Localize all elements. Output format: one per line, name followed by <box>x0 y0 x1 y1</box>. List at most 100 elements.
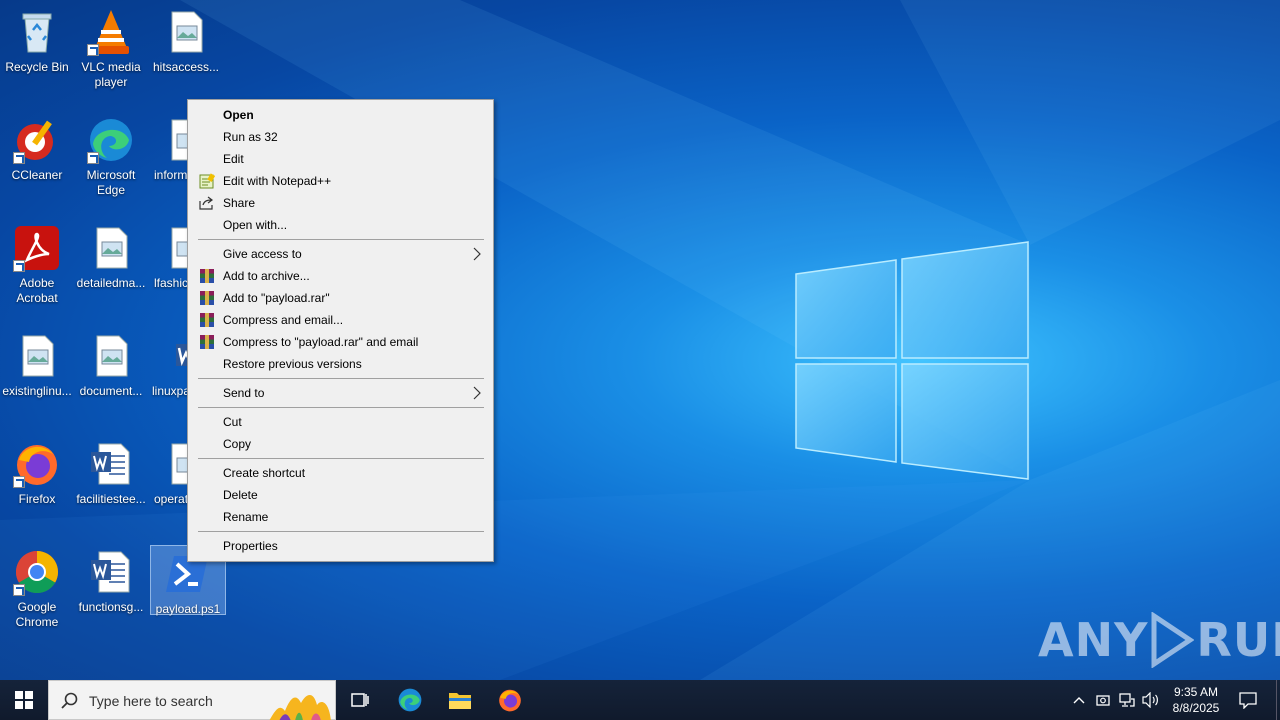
clock-time: 9:35 AM <box>1173 685 1219 699</box>
desktop-icon-vlc[interactable]: VLC media player <box>74 4 148 90</box>
menu-item-label: Edit <box>223 152 244 166</box>
desktop-icon-facilitiestee[interactable]: facilitiestee... <box>74 436 148 507</box>
menu-item-label: Cut <box>223 415 242 429</box>
menu-item-add-to-archive[interactable]: Add to archive... <box>190 265 491 287</box>
menu-separator <box>198 531 484 532</box>
menu-item-label: Open <box>223 108 254 122</box>
network-icon <box>1119 693 1135 707</box>
desktop-icon-label: Adobe Acrobat <box>16 276 58 305</box>
menu-item-create-shortcut[interactable]: Create shortcut <box>190 462 491 484</box>
menu-item-restore-previous-versions[interactable]: Restore previous versions <box>190 353 491 375</box>
menu-item-cut[interactable]: Cut <box>190 411 491 433</box>
desktop-icon-label: Microsoft Edge <box>86 168 136 197</box>
desktop-icon-label: existinglinu... <box>2 384 72 398</box>
taskbar-clock[interactable]: 9:35 AM 8/8/2025 <box>1166 684 1226 716</box>
chevron-up-icon <box>1073 697 1085 704</box>
desktop-icon-google-chrome[interactable]: Google Chrome <box>0 544 74 630</box>
taskbar-file-explorer-button[interactable] <box>436 680 484 720</box>
start-button[interactable] <box>0 680 48 720</box>
desktop-icon-label: CCleaner <box>11 168 63 182</box>
search-placeholder: Type here to search <box>89 693 213 709</box>
clock-date: 8/8/2025 <box>1172 701 1220 715</box>
menu-item-compress-and-email[interactable]: Compress and email... <box>190 309 491 331</box>
menu-item-label: Give access to <box>223 247 302 261</box>
winrar-icon <box>199 268 215 284</box>
menu-item-copy[interactable]: Copy <box>190 433 491 455</box>
shortcut-arrow-icon <box>13 476 25 488</box>
menu-item-edit[interactable]: Edit <box>190 148 491 170</box>
tray-meet-now-button[interactable] <box>1092 680 1114 720</box>
edge-icon <box>398 688 422 712</box>
notification-icon <box>1239 692 1257 709</box>
menu-item-add-to-payload-rar[interactable]: Add to "payload.rar" <box>190 287 491 309</box>
menu-separator <box>198 378 484 379</box>
menu-item-give-access-to[interactable]: Give access to <box>190 243 491 265</box>
chevron-right-icon <box>473 386 481 400</box>
image-file-icon <box>87 224 135 272</box>
menu-item-send-to[interactable]: Send to <box>190 382 491 404</box>
desktop-icon-hitsaccess[interactable]: hitsaccess... <box>149 4 223 75</box>
desktop-icon-firefox[interactable]: Firefox <box>0 436 74 507</box>
anyrun-watermark: ANY RUN <box>1038 608 1280 672</box>
desktop-icon-microsoft-edge[interactable]: Microsoft Edge <box>74 112 148 198</box>
winrar-icon <box>199 290 215 306</box>
chrome-icon <box>13 548 61 596</box>
taskbar-edge-button[interactable] <box>386 680 434 720</box>
shortcut-arrow-icon <box>13 584 25 596</box>
show-hidden-icons-button[interactable] <box>1068 680 1090 720</box>
firefox-icon <box>13 440 61 488</box>
desktop-icon-recycle-bin[interactable]: Recycle Bin <box>0 4 74 75</box>
menu-item-rename[interactable]: Rename <box>190 506 491 528</box>
menu-item-share[interactable]: Share <box>190 192 491 214</box>
windows-logo <box>792 238 1032 483</box>
menu-separator <box>198 458 484 459</box>
edge-icon <box>87 116 135 164</box>
desktop-icon-label: Firefox <box>18 492 56 506</box>
menu-item-label: Restore previous versions <box>223 357 362 371</box>
show-desktop-button[interactable] <box>1276 680 1280 720</box>
notepad-plus-plus-icon <box>199 173 216 189</box>
recycle-bin-icon <box>13 8 61 56</box>
acrobat-icon <box>13 224 61 272</box>
menu-item-edit-with-notepad[interactable]: Edit with Notepad++ <box>190 170 491 192</box>
menu-item-label: Add to "payload.rar" <box>223 291 330 305</box>
menu-separator <box>198 407 484 408</box>
desktop-icon-detailedma[interactable]: detailedma... <box>74 220 148 291</box>
watermark-left: ANY <box>1038 613 1149 667</box>
menu-item-label: Send to <box>223 386 265 400</box>
menu-item-label: Run as 32 <box>223 130 278 144</box>
desktop-icon-existinglinux[interactable]: existinglinu... <box>0 328 74 399</box>
folder-icon <box>449 693 471 709</box>
search-highlight-illustration-icon <box>255 681 335 720</box>
meet-now-icon <box>1096 695 1110 706</box>
desktop-icon-ccleaner[interactable]: CCleaner <box>0 112 74 183</box>
action-center-button[interactable] <box>1230 680 1266 720</box>
shortcut-arrow-icon <box>13 152 25 164</box>
desktop-icon-label: Recycle Bin <box>5 60 69 74</box>
context-menu: Open Run as 32 Edit Edit with Notepad++ … <box>187 99 494 562</box>
search-box[interactable]: Type here to search <box>48 680 336 720</box>
taskbar-firefox-button[interactable] <box>486 680 534 720</box>
desktop-icon-adobe-acrobat[interactable]: Adobe Acrobat <box>0 220 74 306</box>
windows-start-icon <box>15 691 33 709</box>
menu-item-run-as-32[interactable]: Run as 32 <box>190 126 491 148</box>
menu-item-label: Create shortcut <box>223 466 306 480</box>
menu-item-label: Compress to "payload.rar" and email <box>223 335 419 349</box>
image-file-icon <box>162 8 210 56</box>
menu-item-open-with[interactable]: Open with... <box>190 214 491 236</box>
tray-network-button[interactable] <box>1116 680 1138 720</box>
desktop-icon-label: Google Chrome <box>15 600 59 629</box>
desktop-icon-document[interactable]: document... <box>74 328 148 399</box>
winrar-icon <box>199 334 215 350</box>
desktop-icon-label: detailedma... <box>76 276 146 290</box>
menu-item-label: Open with... <box>223 218 288 232</box>
menu-item-compress-to-rar-and-email[interactable]: Compress to "payload.rar" and email <box>190 331 491 353</box>
menu-item-properties[interactable]: Properties <box>190 535 491 557</box>
desktop-icon-functionsg[interactable]: functionsg... <box>74 544 148 615</box>
menu-item-open[interactable]: Open <box>190 104 491 126</box>
menu-item-delete[interactable]: Delete <box>190 484 491 506</box>
tray-volume-button[interactable] <box>1140 680 1162 720</box>
menu-item-label: Properties <box>223 539 278 553</box>
task-view-button[interactable] <box>336 680 384 720</box>
vlc-icon <box>87 8 135 56</box>
